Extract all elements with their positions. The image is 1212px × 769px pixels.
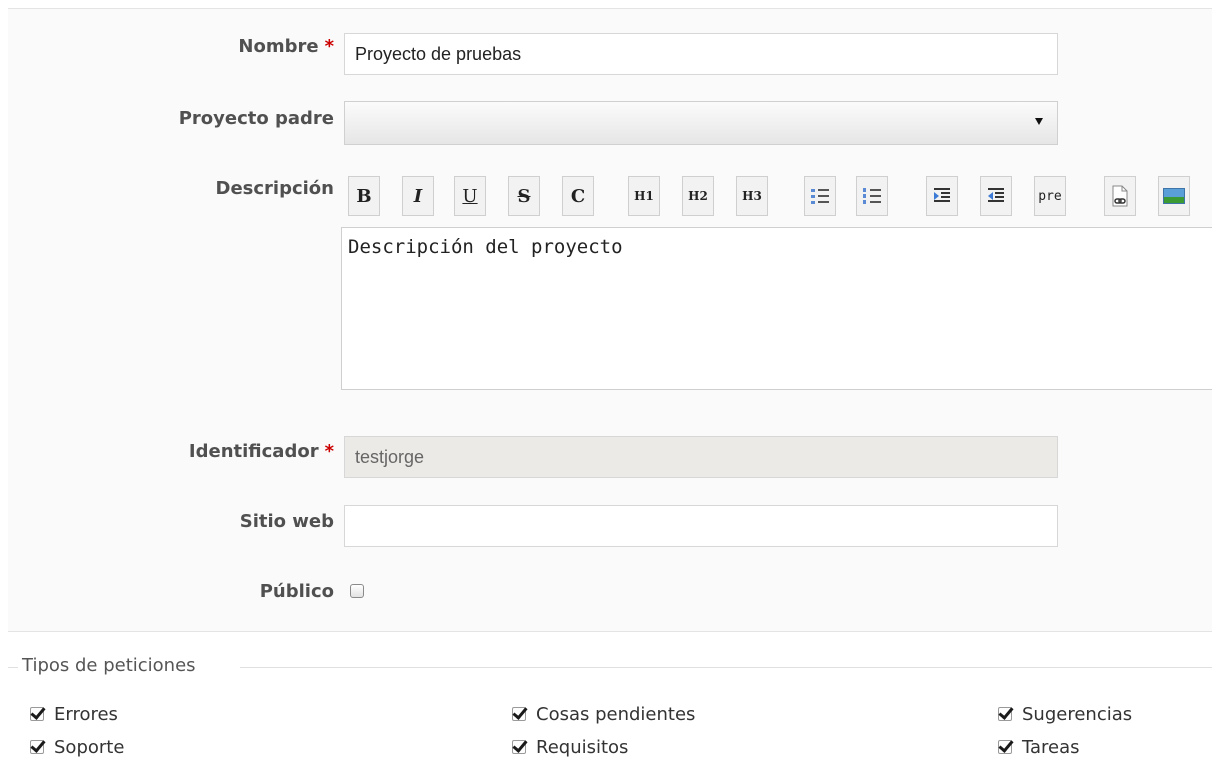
description-label: Descripción — [215, 178, 335, 199]
tracker-tareas[interactable]: Tareas — [998, 735, 1080, 759]
heading3-icon: H3 — [742, 189, 762, 203]
homepage-label: Sitio web — [239, 511, 334, 532]
checkbox-checked-icon[interactable] — [512, 707, 526, 721]
pre-icon: pre — [1038, 188, 1062, 204]
homepage-input[interactable] — [344, 505, 1058, 547]
required-marker: * — [324, 36, 334, 57]
strikethrough-icon: S — [517, 185, 531, 207]
heading1-button[interactable]: H1 — [628, 176, 660, 216]
name-label: Nombre * — [238, 36, 334, 57]
tracker-soporte[interactable]: Soporte — [30, 735, 124, 759]
checkbox-checked-icon[interactable] — [512, 740, 526, 754]
checkbox-checked-icon[interactable] — [998, 707, 1012, 721]
indent-button[interactable] — [926, 176, 958, 216]
identifier-input[interactable] — [344, 436, 1058, 478]
link-button[interactable] — [1104, 176, 1136, 216]
tracker-cosas-pendientes[interactable]: Cosas pendientes — [512, 702, 695, 726]
parent-project-select[interactable] — [344, 101, 1058, 145]
ordered-list-icon — [863, 187, 881, 205]
code-icon: C — [570, 185, 586, 207]
name-label-text: Nombre — [238, 36, 319, 57]
preformatted-button[interactable]: pre — [1034, 176, 1066, 216]
bold-button[interactable]: B — [348, 176, 380, 216]
italic-icon: I — [413, 185, 423, 207]
tracker-requisitos[interactable]: Requisitos — [512, 735, 628, 759]
tracker-errores[interactable]: Errores — [30, 702, 118, 726]
tracker-label: Errores — [54, 703, 118, 725]
identifier-label-text: Identificador — [188, 441, 319, 462]
strikethrough-button[interactable]: S — [508, 176, 540, 216]
underline-icon: U — [462, 185, 478, 207]
image-button[interactable] — [1158, 176, 1190, 216]
checkbox-checked-icon[interactable] — [30, 707, 44, 721]
public-label: Público — [259, 581, 334, 602]
link-icon — [1112, 185, 1128, 207]
description-textarea[interactable]: Descripción del proyecto — [341, 227, 1212, 390]
image-icon — [1163, 188, 1185, 204]
fieldset-border-left — [8, 667, 18, 668]
code-button[interactable]: C — [562, 176, 594, 216]
public-checkbox[interactable] — [350, 584, 364, 598]
italic-button[interactable]: I — [402, 176, 434, 216]
caret-down-icon — [1035, 118, 1043, 125]
tracker-label: Requisitos — [536, 736, 629, 758]
unordered-list-icon — [811, 187, 829, 205]
underline-button[interactable]: U — [454, 176, 486, 216]
tracker-label: Tareas — [1022, 736, 1080, 758]
tracker-sugerencias[interactable]: Sugerencias — [998, 702, 1132, 726]
required-marker: * — [324, 441, 334, 462]
indent-icon — [934, 188, 950, 204]
unordered-list-button[interactable] — [804, 176, 836, 216]
identifier-label: Identificador * — [189, 441, 334, 462]
bold-icon: B — [356, 185, 372, 207]
checkbox-checked-icon[interactable] — [30, 740, 44, 754]
outdent-icon — [988, 188, 1004, 204]
tracker-label: Sugerencias — [1022, 703, 1133, 725]
outdent-button[interactable] — [980, 176, 1012, 216]
tracker-label: Soporte — [54, 736, 125, 758]
name-input[interactable] — [344, 33, 1058, 75]
heading1-icon: H1 — [634, 189, 654, 203]
checkbox-checked-icon[interactable] — [998, 740, 1012, 754]
tracker-label: Cosas pendientes — [536, 703, 696, 725]
heading2-button[interactable]: H2 — [682, 176, 714, 216]
parent-project-label: Proyecto padre — [178, 108, 334, 129]
trackers-legend: Tipos de peticiones — [22, 655, 196, 676]
heading2-icon: H2 — [688, 189, 708, 203]
ordered-list-button[interactable] — [856, 176, 888, 216]
fieldset-border-right — [240, 667, 1212, 668]
heading3-button[interactable]: H3 — [736, 176, 768, 216]
